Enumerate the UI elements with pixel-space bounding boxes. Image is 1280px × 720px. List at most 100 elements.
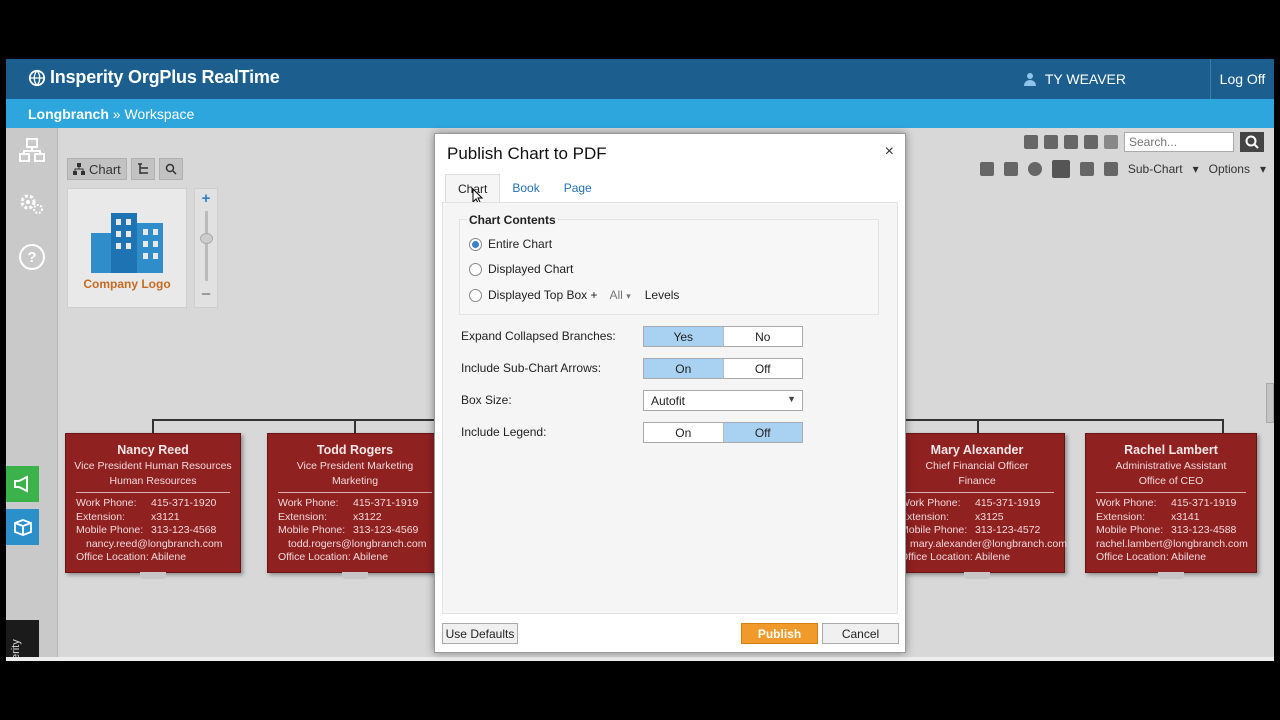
employee-email: rachel.lambert@longbranch.com (1096, 537, 1248, 550)
search-button[interactable] (1240, 132, 1264, 152)
announcement-button[interactable] (6, 466, 39, 502)
insperity-tab[interactable]: © Insperity (6, 620, 39, 661)
radio-displayed-chart[interactable]: Displayed Chart (469, 262, 573, 276)
collapse-panel-handle[interactable] (1266, 383, 1274, 423)
expand-yes-option[interactable]: Yes (644, 327, 723, 346)
legend-off-option[interactable]: Off (722, 423, 802, 442)
chart-tab[interactable]: Chart (67, 158, 127, 180)
org-connector (354, 419, 356, 433)
svg-text:?: ? (27, 249, 36, 266)
compass-icon[interactable] (1027, 162, 1042, 176)
search-input[interactable] (1124, 132, 1234, 152)
export-ppt-icon[interactable] (1044, 135, 1058, 149)
zoom-handle[interactable] (200, 233, 213, 244)
card-divider (278, 492, 432, 493)
levels-label: Levels (644, 288, 680, 302)
find-button[interactable] (158, 158, 183, 180)
location-label: Office Location: (278, 551, 351, 564)
arrows-on-option[interactable]: On (644, 359, 723, 378)
mobile-phone-value: 313-123-4572 (975, 524, 1041, 537)
subchart-arrows-toggle[interactable]: On Off (643, 358, 803, 379)
logoff-link[interactable]: Log Off (1210, 59, 1274, 99)
help-icon[interactable]: ? (18, 243, 46, 271)
employee-email: nancy.reed@longbranch.com (86, 537, 223, 550)
work-phone-label: Work Phone: (76, 497, 137, 509)
employee-card[interactable]: Todd Rogers Vice President Marketing Mar… (267, 433, 443, 579)
levels-select[interactable]: All ▾ (610, 288, 631, 302)
employee-dept: Office of CEO (1138, 475, 1204, 487)
extension-row: Extension: x3125 (890, 511, 1064, 525)
user-icon (1023, 73, 1036, 86)
work-phone-label: Work Phone: (278, 497, 339, 509)
employee-card[interactable]: Mary Alexander Chief Financial Officer F… (889, 433, 1067, 579)
move-icon[interactable] (1003, 162, 1018, 176)
radio-button[interactable] (469, 262, 482, 276)
expand-chevron-icon[interactable] (140, 572, 166, 579)
search-icon (1245, 135, 1259, 149)
expand-chevron-icon[interactable] (1158, 572, 1184, 579)
horizontal-scrollbar[interactable] (6, 657, 1274, 661)
include-legend-toggle[interactable]: On Off (643, 422, 803, 443)
work-phone-row: Work Phone: 415-371-1919 (1086, 497, 1256, 511)
layout-icon[interactable] (1103, 162, 1118, 176)
box-size-select[interactable]: Autofit ▼ (643, 390, 803, 411)
home-icon[interactable] (979, 162, 994, 176)
card-divider (900, 492, 1054, 493)
tab-page[interactable]: Page (552, 174, 604, 202)
cancel-button[interactable]: Cancel (822, 623, 899, 644)
publish-button[interactable]: Publish (741, 623, 818, 644)
org-connector (1222, 419, 1224, 433)
work-phone-row: Work Phone: 415-371-1919 (268, 497, 442, 511)
publish-pdf-dialog: Publish Chart to PDF × Chart Book Page C… (434, 133, 906, 653)
card-divider (76, 492, 230, 493)
list-view-button[interactable] (130, 158, 155, 180)
tour-button[interactable] (6, 509, 39, 545)
expand-branches-toggle[interactable]: Yes No (643, 326, 803, 347)
zoom-in-button[interactable]: + (195, 190, 217, 207)
expand-chevron-icon[interactable] (342, 572, 368, 579)
extension-label: Extension: (900, 510, 950, 523)
export-excel-icon[interactable] (1064, 135, 1078, 149)
breadcrumb-root[interactable]: Longbranch (28, 106, 109, 122)
zoom-out-button[interactable]: – (195, 285, 217, 302)
employee-name: Nancy Reed (117, 443, 189, 457)
print-icon[interactable] (1084, 135, 1098, 149)
expand-icon[interactable] (1104, 135, 1118, 149)
org-chart-icon[interactable] (18, 136, 46, 164)
sub-chart-menu[interactable]: Sub-Chart (1128, 162, 1183, 176)
company-logo-panel[interactable]: Company Logo (67, 188, 187, 308)
expand-no-option[interactable]: No (722, 327, 803, 346)
legend-on-option[interactable]: On (644, 423, 723, 442)
company-logo-text: Company Logo (83, 277, 171, 291)
list-tree-icon (137, 163, 148, 174)
radio-entire-chart[interactable]: Entire Chart (469, 237, 552, 251)
close-icon[interactable]: × (885, 143, 894, 161)
employee-card[interactable]: Nancy Reed Vice President Human Resource… (65, 433, 241, 579)
employee-title: Vice President Human Resources (74, 460, 232, 472)
brand-logo[interactable]: Insperity OrgPlus RealTime (28, 67, 280, 88)
extension-row: Extension: x3141 (1086, 511, 1256, 525)
zoom-slider[interactable]: + – (194, 188, 218, 308)
user-menu[interactable]: TY WEAVER (1023, 71, 1126, 87)
employee-dept: Finance (958, 475, 996, 487)
radio-displayed-top-box[interactable]: Displayed Top Box + All ▾ Levels (469, 288, 679, 302)
expand-chevron-icon[interactable] (964, 572, 990, 579)
export-pdf-icon[interactable] (1024, 135, 1038, 149)
radio-button[interactable] (469, 288, 482, 302)
use-defaults-button[interactable]: Use Defaults (442, 623, 518, 644)
extension-label: Extension: (1096, 510, 1146, 523)
list-icon[interactable] (1079, 162, 1094, 176)
tab-book[interactable]: Book (500, 174, 551, 202)
work-phone-label: Work Phone: (1096, 497, 1157, 509)
employee-card[interactable]: Rachel Lambert Administrative Assistant … (1085, 433, 1257, 579)
mobile-phone-value: 313-123-4568 (151, 524, 217, 537)
options-menu[interactable]: Options (1209, 162, 1250, 176)
arrows-off-option[interactable]: Off (722, 359, 803, 378)
radio-button[interactable] (469, 237, 482, 251)
extension-label: Extension: (278, 510, 328, 523)
fit-screen-icon[interactable] (1051, 160, 1070, 178)
extension-value: x3121 (151, 510, 180, 523)
settings-gear-icon[interactable] (18, 190, 46, 218)
location-label: Office Location: (76, 551, 149, 564)
org-connector (152, 419, 154, 433)
